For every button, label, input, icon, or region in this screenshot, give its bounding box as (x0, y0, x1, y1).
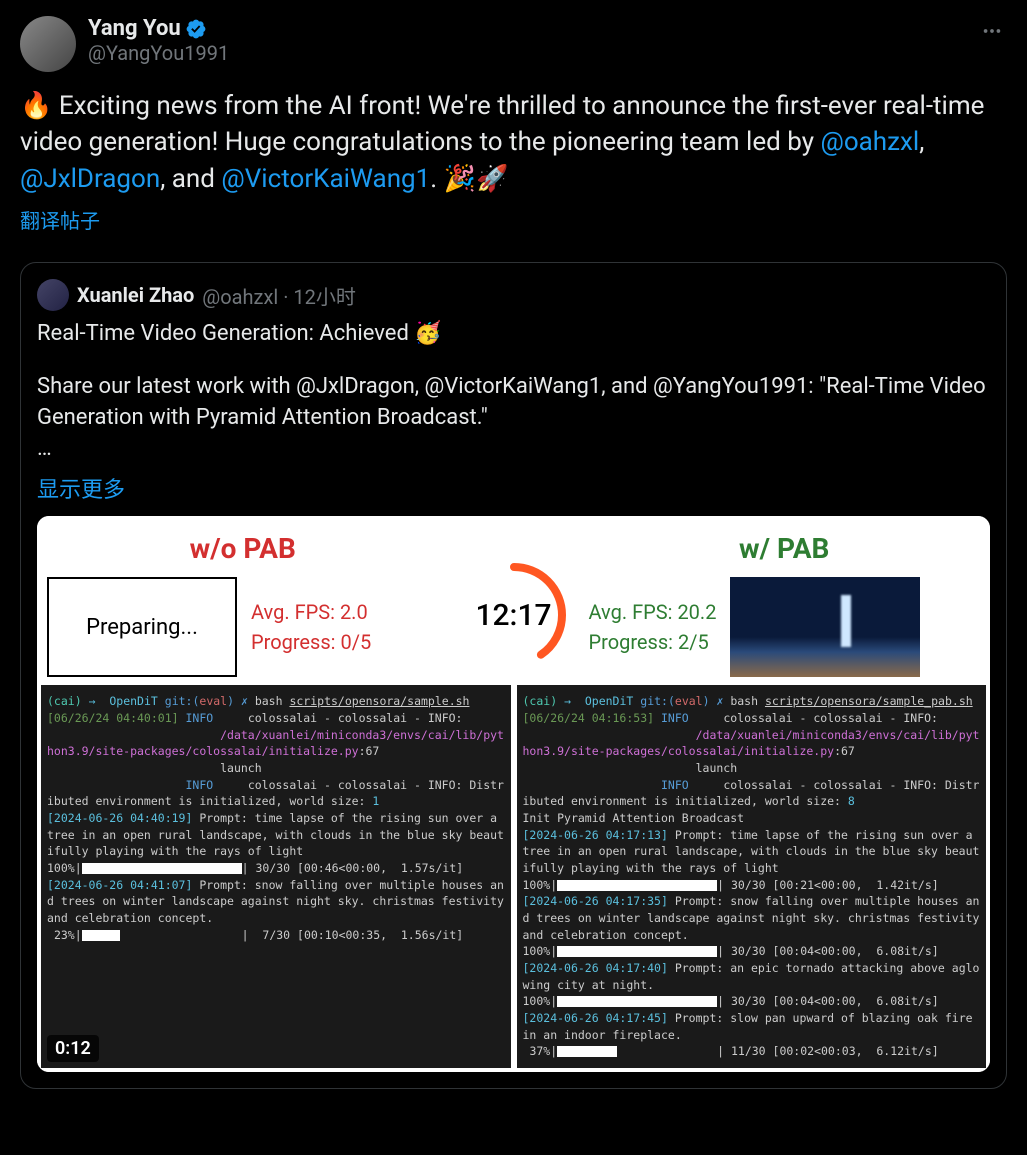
left-stats: Avg. FPS: 2.0 Progress: 0/5 (251, 597, 371, 657)
mention-link[interactable]: @JxlDragon (20, 164, 160, 194)
more-button[interactable] (977, 16, 1007, 51)
quoted-tweet[interactable]: Xuanlei Zhao @oahzxl · 12小时 Real-Time Vi… (20, 262, 1007, 1089)
translate-link[interactable]: 翻译帖子 (20, 205, 100, 234)
handle[interactable]: @YangYou1991 (88, 41, 965, 65)
timer-value: 12:17 (459, 560, 569, 670)
verified-badge-icon (185, 18, 207, 40)
left-preview: Preparing... (47, 577, 237, 677)
mention-link[interactable]: @VictorKaiWang1 (221, 164, 430, 194)
right-title: w/ PAB (589, 532, 981, 565)
right-stats: Avg. FPS: 20.2 Progress: 2/5 (589, 597, 717, 657)
mention-link[interactable]: @oahzxl (820, 127, 919, 157)
qt-display-name: Xuanlei Zhao (77, 283, 194, 307)
terminal-right: (cai) → OpenDiT git:(eval) ✗ bash script… (517, 685, 987, 1068)
display-name[interactable]: Yang You (88, 16, 181, 41)
show-more-link[interactable]: 显示更多 (37, 472, 125, 504)
right-preview (730, 577, 920, 677)
avatar[interactable] (37, 279, 69, 311)
terminal-left: (cai) → OpenDiT git:(eval) ✗ bash script… (41, 685, 511, 1068)
tweet-text: 🔥 Exciting news from the AI front! We're… (20, 88, 1007, 197)
qt-timestamp: 12小时 (293, 285, 355, 309)
video-timestamp: 0:12 (47, 1035, 99, 1062)
left-title: w/o PAB (47, 532, 439, 565)
timer-ring-icon: 12:17 (459, 560, 569, 670)
qt-text: Real-Time Video Generation: Achieved 🥳 S… (37, 319, 990, 464)
media-video[interactable]: w/o PAB Preparing... Avg. FPS: 2.0 Progr… (37, 516, 990, 1072)
avatar[interactable] (20, 16, 76, 72)
